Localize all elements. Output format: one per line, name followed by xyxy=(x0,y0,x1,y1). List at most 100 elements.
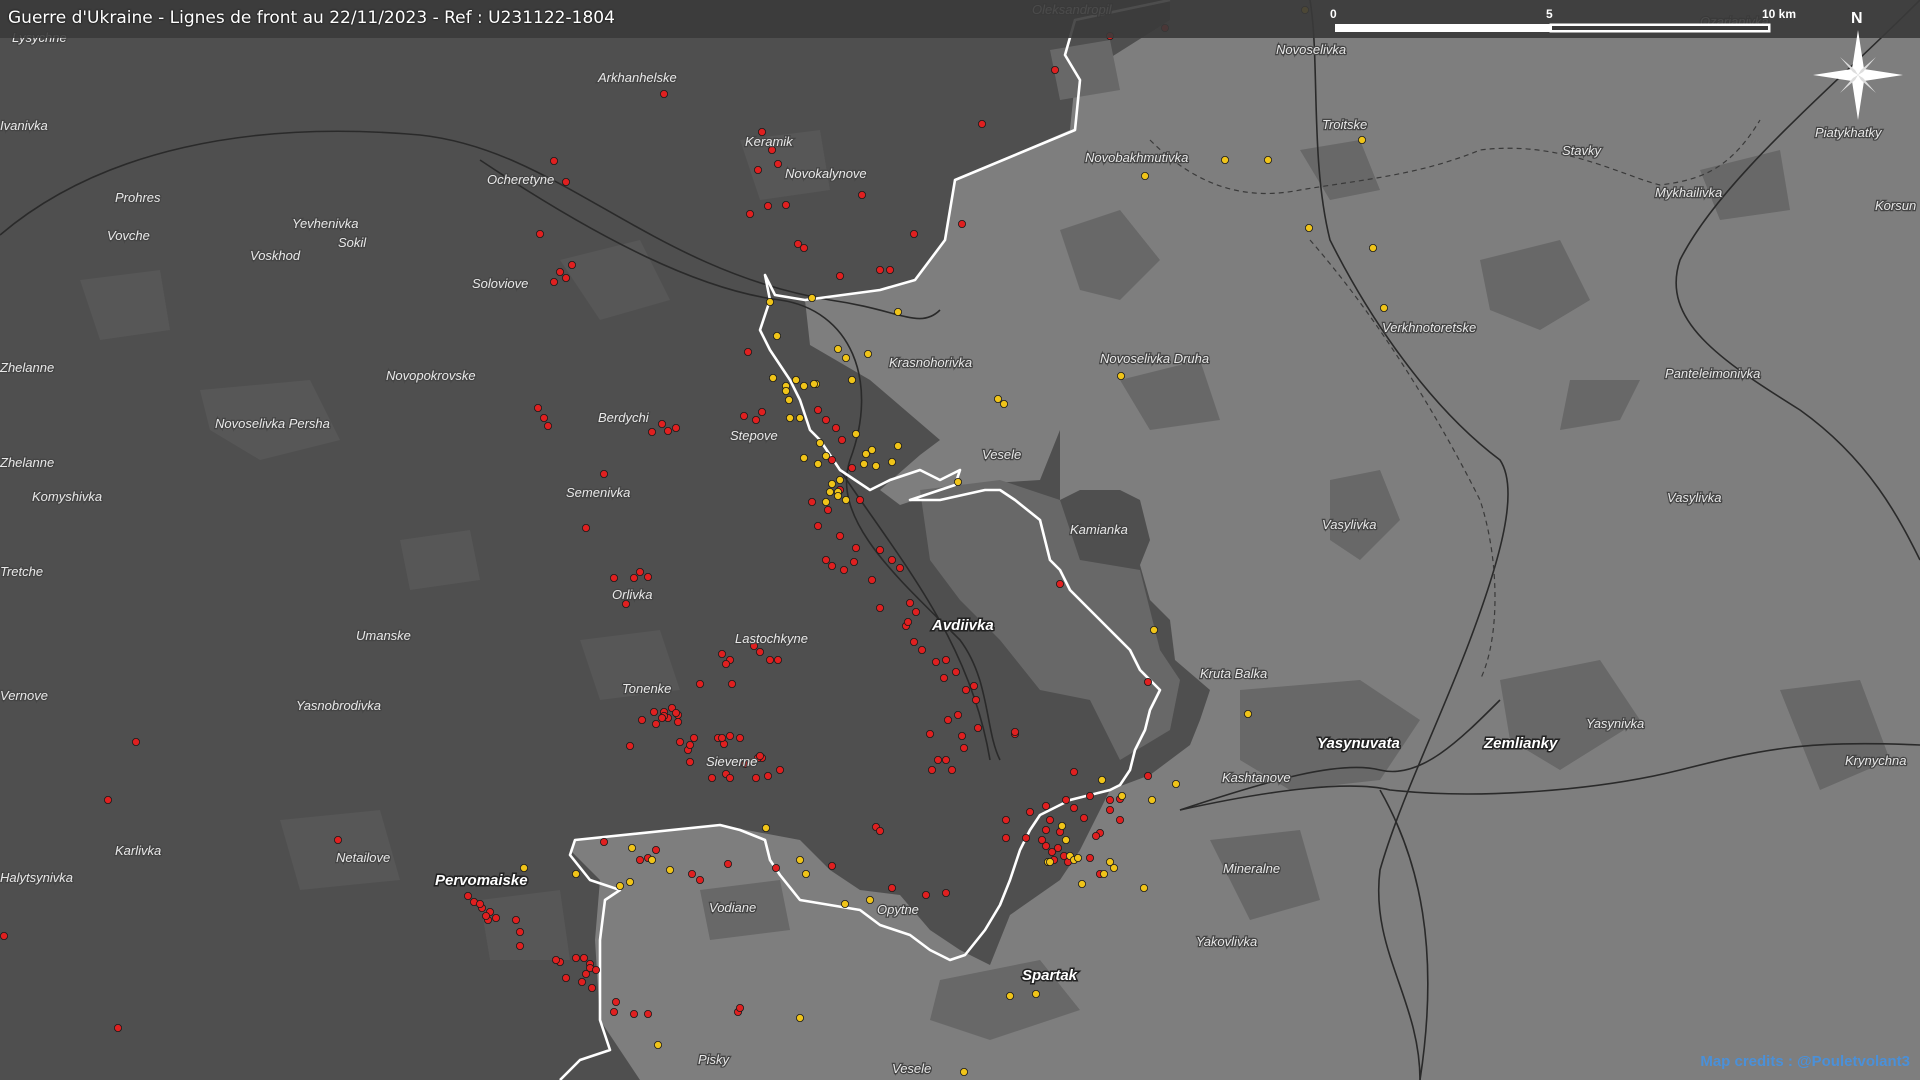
yellow-marker xyxy=(808,293,817,302)
red-marker xyxy=(652,720,661,729)
red-marker xyxy=(970,682,979,691)
yellow-marker xyxy=(1110,864,1119,873)
map-credits: Map credits : @Pouletvolant3 xyxy=(1700,1053,1910,1070)
yellow-marker xyxy=(816,438,825,447)
north-label: N xyxy=(1851,10,1863,27)
place-label: Stepove xyxy=(730,428,778,443)
yellow-marker xyxy=(872,461,881,470)
yellow-marker xyxy=(648,856,657,865)
red-marker xyxy=(800,243,809,252)
red-marker xyxy=(1042,826,1051,835)
red-marker xyxy=(650,708,659,717)
red-marker xyxy=(1046,816,1055,825)
red-marker xyxy=(600,838,609,847)
yellow-marker xyxy=(1046,858,1055,867)
red-marker xyxy=(0,932,8,941)
red-marker xyxy=(1042,802,1051,811)
red-marker xyxy=(696,876,705,885)
place-label: Verkhnotoretske xyxy=(1382,320,1476,335)
red-marker xyxy=(942,889,951,898)
red-marker xyxy=(582,970,591,979)
yellow-marker xyxy=(842,495,851,504)
scale-tick-5: 5 xyxy=(1546,7,1553,21)
place-label: Pervomaiske xyxy=(435,872,528,889)
red-marker xyxy=(828,562,837,571)
place-label: Komyshivka xyxy=(32,489,102,504)
yellow-marker xyxy=(1117,371,1126,380)
red-marker xyxy=(644,573,653,582)
place-label: Krynychna xyxy=(1845,753,1906,768)
red-marker xyxy=(876,546,885,555)
yellow-marker xyxy=(866,896,875,905)
yellow-marker xyxy=(834,491,843,500)
red-marker xyxy=(1092,832,1101,841)
yellow-marker xyxy=(1074,854,1083,863)
red-marker xyxy=(580,954,589,963)
yellow-marker xyxy=(785,395,794,404)
yellow-marker xyxy=(822,451,831,460)
red-marker xyxy=(658,714,667,723)
red-marker xyxy=(876,827,885,836)
place-label: Yakovlivka xyxy=(1196,934,1257,949)
place-label: Spartak xyxy=(1022,967,1078,984)
place-label: Tonenke xyxy=(622,681,671,696)
red-marker xyxy=(516,942,525,951)
place-label: Sokil xyxy=(338,235,367,250)
red-marker xyxy=(758,407,767,416)
red-marker xyxy=(600,469,609,478)
red-marker xyxy=(582,524,591,533)
red-marker xyxy=(688,870,697,879)
red-marker xyxy=(752,415,761,424)
yellow-marker xyxy=(1358,135,1367,144)
place-label: Yasynivka xyxy=(1586,716,1644,731)
yellow-marker xyxy=(860,459,869,468)
red-marker xyxy=(910,229,919,238)
red-marker xyxy=(958,732,967,741)
place-label: Umanske xyxy=(356,628,411,643)
red-marker xyxy=(962,686,971,695)
yellow-marker xyxy=(1032,990,1041,999)
red-marker xyxy=(610,1008,619,1017)
red-marker xyxy=(674,718,683,727)
yellow-marker xyxy=(1369,243,1378,252)
red-marker xyxy=(592,966,601,975)
place-label: Opytne xyxy=(877,902,919,917)
red-marker xyxy=(562,177,571,186)
yellow-marker xyxy=(616,882,625,891)
red-marker xyxy=(1051,66,1060,75)
place-label: Novopokrovske xyxy=(386,368,476,383)
place-label: Novoselivka xyxy=(1276,42,1346,57)
red-marker xyxy=(686,758,695,767)
place-label: Prohres xyxy=(115,190,161,205)
red-marker xyxy=(836,532,845,541)
yellow-marker xyxy=(810,379,819,388)
yellow-marker xyxy=(654,1041,663,1050)
yellow-marker xyxy=(1244,710,1253,719)
red-marker xyxy=(1080,814,1089,823)
red-marker xyxy=(512,916,521,925)
red-marker xyxy=(1062,796,1071,805)
place-label: Zhelanne xyxy=(0,360,54,375)
place-label: Vernove xyxy=(0,688,48,703)
red-marker xyxy=(491,914,500,923)
map-title: Guerre d'Ukraine - Lignes de front au 22… xyxy=(8,8,615,28)
yellow-marker xyxy=(822,497,831,506)
place-label: Krasnohorivka xyxy=(889,355,972,370)
place-label: Novobakhmutivka xyxy=(1085,150,1188,165)
place-label: Novokalynove xyxy=(785,166,867,181)
yellow-marker xyxy=(786,413,795,422)
place-label: Mykhailivka xyxy=(1655,185,1722,200)
yellow-marker xyxy=(796,856,805,865)
yellow-marker xyxy=(954,477,963,486)
place-label: Karlivka xyxy=(115,843,161,858)
place-label: Voskhod xyxy=(250,248,301,263)
red-marker xyxy=(928,766,937,775)
red-marker xyxy=(610,574,619,583)
place-label: Lastochkyne xyxy=(735,631,808,646)
yellow-marker xyxy=(1141,171,1150,180)
red-marker xyxy=(942,656,951,665)
red-marker xyxy=(690,734,699,743)
place-label: Avdiivka xyxy=(931,617,994,634)
red-marker xyxy=(756,752,765,761)
red-marker xyxy=(888,556,897,565)
